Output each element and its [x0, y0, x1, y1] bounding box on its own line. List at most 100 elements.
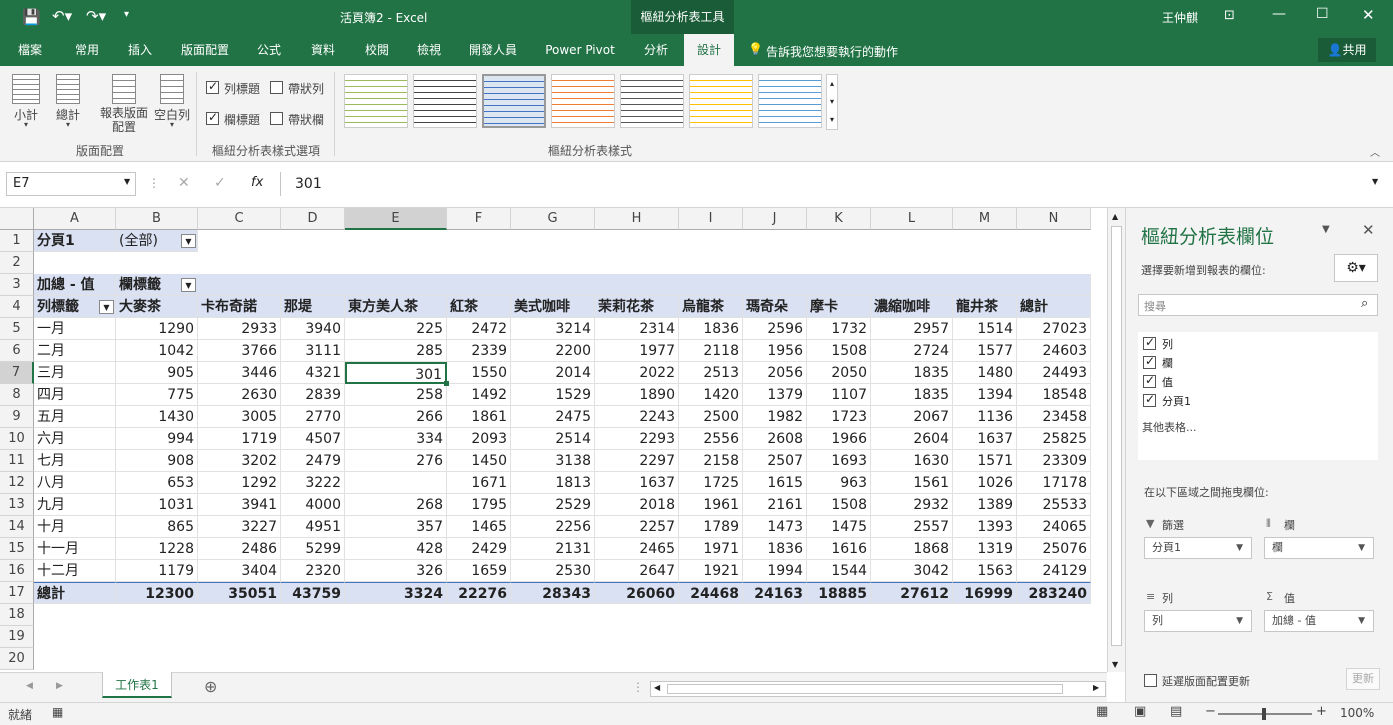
column-field-header[interactable]: 濃縮咖啡 — [871, 296, 953, 318]
column-header[interactable]: M — [953, 208, 1017, 230]
tab-home[interactable]: 常用 — [64, 34, 110, 66]
value-cell[interactable]: 1319 — [953, 538, 1017, 560]
row-header[interactable]: 8 — [0, 384, 34, 406]
formula-input[interactable]: 301 — [280, 172, 1386, 196]
value-cell[interactable]: 18548 — [1017, 384, 1091, 406]
value-cell[interactable]: 2529 — [511, 494, 595, 516]
active-cell[interactable]: 301 — [345, 362, 447, 384]
value-cell[interactable]: 1813 — [511, 472, 595, 494]
value-cell[interactable]: 1725 — [679, 472, 743, 494]
value-cell[interactable]: 1795 — [447, 494, 511, 516]
row-label-cell[interactable]: 三月 — [34, 362, 116, 384]
value-cell[interactable]: 908 — [116, 450, 198, 472]
tab-design[interactable]: 設計 — [684, 34, 734, 66]
column-header[interactable]: G — [511, 208, 595, 230]
value-cell[interactable]: 865 — [116, 516, 198, 538]
value-cell[interactable]: 25533 — [1017, 494, 1091, 516]
row-label-cell[interactable]: 六月 — [34, 428, 116, 450]
banded-cols-checkbox[interactable] — [270, 112, 283, 125]
close-icon[interactable]: ✕ — [1362, 6, 1375, 24]
value-cell[interactable]: 2596 — [743, 318, 807, 340]
column-header[interactable]: C — [198, 208, 281, 230]
value-cell[interactable]: 2507 — [743, 450, 807, 472]
zoom-out-icon[interactable]: − — [1205, 704, 1216, 719]
row-header[interactable]: 18 — [0, 604, 34, 626]
column-header[interactable]: F — [447, 208, 511, 230]
column-field-header[interactable]: 那堤 — [281, 296, 345, 318]
value-cell[interactable]: 3940 — [281, 318, 345, 340]
value-cell[interactable]: 334 — [345, 428, 447, 450]
value-cell[interactable]: 1836 — [743, 538, 807, 560]
value-cell[interactable]: 1732 — [807, 318, 871, 340]
column-header[interactable]: H — [595, 208, 679, 230]
page-filter-label[interactable]: 分頁1 — [34, 230, 116, 252]
value-cell[interactable]: 1994 — [743, 560, 807, 582]
column-header[interactable]: A — [34, 208, 116, 230]
next-sheet-icon[interactable]: ▶ — [56, 681, 63, 691]
grand-total-label[interactable]: 總計 — [34, 582, 116, 604]
value-cell[interactable]: 1550 — [447, 362, 511, 384]
value-cell[interactable]: 1971 — [679, 538, 743, 560]
value-cell[interactable]: 225 — [345, 318, 447, 340]
value-cell[interactable]: 3202 — [198, 450, 281, 472]
pivot-style-dark[interactable] — [413, 74, 477, 128]
value-cell[interactable]: 25076 — [1017, 538, 1091, 560]
column-field-header[interactable]: 東方美人茶 — [345, 296, 447, 318]
value-cell[interactable]: 285 — [345, 340, 447, 362]
value-cell[interactable]: 17178 — [1017, 472, 1091, 494]
function-icon[interactable]: fx — [251, 175, 263, 190]
hscroll-thumb[interactable] — [667, 684, 1063, 694]
value-cell[interactable]: 1529 — [511, 384, 595, 406]
value-cell[interactable]: 2118 — [679, 340, 743, 362]
value-cell[interactable]: 1836 — [679, 318, 743, 340]
value-cell[interactable]: 2472 — [447, 318, 511, 340]
value-cell[interactable]: 2093 — [447, 428, 511, 450]
column-field-header[interactable]: 紅茶 — [447, 296, 511, 318]
column-field-header[interactable]: 茉莉花茶 — [595, 296, 679, 318]
value-cell[interactable]: 1031 — [116, 494, 198, 516]
value-cell[interactable]: 1966 — [807, 428, 871, 450]
column-header[interactable]: I — [679, 208, 743, 230]
value-cell[interactable]: 2770 — [281, 406, 345, 428]
value-cell[interactable]: 27023 — [1017, 318, 1091, 340]
value-cell[interactable]: 2932 — [871, 494, 953, 516]
minimize-icon[interactable]: — — [1272, 6, 1286, 22]
row-header[interactable]: 9 — [0, 406, 34, 428]
pivot-style-light-blue[interactable] — [758, 74, 822, 128]
value-cell[interactable]: 1492 — [447, 384, 511, 406]
pivot-style-gold[interactable] — [689, 74, 753, 128]
value-cell[interactable]: 2514 — [511, 428, 595, 450]
more-tables-link[interactable]: 其他表格... — [1142, 419, 1197, 435]
value-cell[interactable]: 1637 — [595, 472, 679, 494]
value-cell[interactable]: 2647 — [595, 560, 679, 582]
value-cell[interactable]: 3214 — [511, 318, 595, 340]
zoom-slider-thumb[interactable] — [1262, 708, 1266, 720]
grand-total-cell[interactable]: 283240 — [1017, 582, 1091, 604]
grand-total-cell[interactable]: 12300 — [116, 582, 198, 604]
tab-data[interactable]: 資料 — [300, 34, 346, 66]
value-cell[interactable]: 1921 — [679, 560, 743, 582]
value-cell[interactable]: 1508 — [807, 340, 871, 362]
grandtotal-icon[interactable] — [56, 74, 80, 104]
value-cell[interactable]: 1026 — [953, 472, 1017, 494]
column-header[interactable]: E — [345, 208, 447, 230]
pivot-style-blue-selected[interactable] — [482, 74, 546, 128]
value-cell[interactable]: 1514 — [953, 318, 1017, 340]
expand-formula-icon[interactable]: ▼ — [1372, 177, 1378, 186]
column-field-header[interactable]: 龍井茶 — [953, 296, 1017, 318]
value-cell[interactable]: 2014 — [511, 362, 595, 384]
fill-handle[interactable] — [444, 381, 449, 386]
value-cell[interactable]: 1982 — [743, 406, 807, 428]
value-cell[interactable]: 653 — [116, 472, 198, 494]
value-cell[interactable]: 266 — [345, 406, 447, 428]
row-header[interactable]: 4 — [0, 296, 34, 318]
value-cell[interactable]: 1835 — [871, 384, 953, 406]
normal-view-icon[interactable]: ▦ — [1096, 704, 1108, 719]
row-header[interactable]: 13 — [0, 494, 34, 516]
column-field-header[interactable]: 總計 — [1017, 296, 1091, 318]
value-cell[interactable]: 3222 — [281, 472, 345, 494]
value-cell[interactable]: 2200 — [511, 340, 595, 362]
user-name[interactable]: 王仲麒 — [1162, 9, 1198, 26]
value-cell[interactable]: 23309 — [1017, 450, 1091, 472]
value-cell[interactable]: 1544 — [807, 560, 871, 582]
